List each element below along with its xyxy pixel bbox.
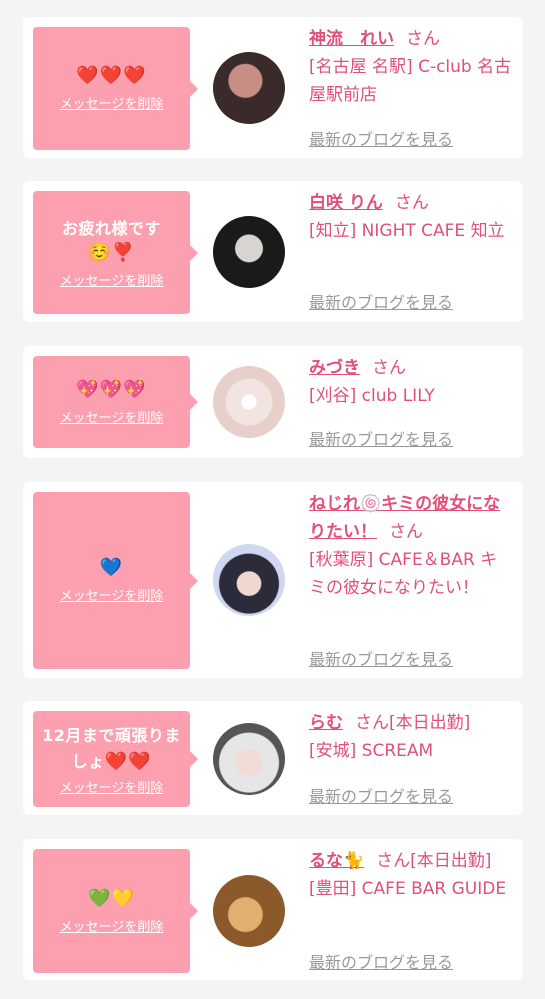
name-line: るな🐈 さん[本日出勤]	[309, 847, 514, 875]
cast-info: るな🐈 さん[本日出勤] [豊田] CAFE BAR GUIDE	[309, 847, 514, 903]
delete-message-link[interactable]: メッセージを削除	[60, 916, 164, 935]
cast-info: 神流 れい さん [名古屋 名駅] C-club 名古屋駅前店	[309, 25, 514, 109]
message-card: 💖💖💖 メッセージを削除 みづき さん [刈谷] club LILY 最新のブログ…	[23, 346, 523, 458]
delete-message-link[interactable]: メッセージを削除	[60, 777, 164, 796]
honorific: さん[本日出勤]	[376, 851, 492, 871]
blog-link[interactable]: 最新のブログを見る	[309, 289, 453, 313]
delete-message-link[interactable]: メッセージを削除	[60, 93, 164, 112]
avatar[interactable]	[213, 366, 285, 438]
honorific: さん	[406, 29, 440, 49]
message-text: お疲れ様です	[61, 219, 161, 238]
emoji: ☺️❣️	[88, 242, 135, 263]
message-bubble: 12月まで頑張りましょ❤️❤️ メッセージを削除	[33, 711, 198, 807]
avatar[interactable]	[213, 544, 285, 616]
message-text: 12月まで頑張りましょ❤️❤️	[33, 723, 190, 775]
message-bubble: 💚💛 メッセージを削除	[33, 849, 198, 973]
avatar[interactable]	[213, 875, 285, 947]
shop-name: [豊田] CAFE BAR GUIDE	[309, 879, 507, 899]
message-card: 💚💛 メッセージを削除 るな🐈 さん[本日出勤] [豊田] CAFE BAR GU…	[23, 839, 523, 980]
cast-name-link[interactable]: 神流 れい	[309, 29, 394, 49]
blog-link[interactable]: 最新のブログを見る	[309, 783, 453, 807]
honorific: さん	[389, 522, 423, 542]
delete-message-link[interactable]: メッセージを削除	[60, 270, 164, 289]
shop-name: [知立] NIGHT CAFE 知立	[309, 221, 505, 241]
delete-message-link[interactable]: メッセージを削除	[60, 585, 164, 604]
message-card: ❤️❤️❤️ メッセージを削除 神流 れい さん [名古屋 名駅] C-club …	[23, 17, 523, 158]
cast-name-link[interactable]: みづき	[309, 358, 360, 378]
cast-info: 白咲 りん さん [知立] NIGHT CAFE 知立	[309, 189, 514, 245]
heart-emoji: 💙	[99, 557, 124, 578]
blog-link[interactable]: 最新のブログを見る	[309, 646, 453, 670]
message-bubble: ❤️❤️❤️ メッセージを削除	[33, 27, 198, 150]
shop-name: [安城] SCREAM	[309, 741, 434, 761]
name-line: 神流 れい さん	[309, 25, 514, 53]
message-card: 12月まで頑張りましょ❤️❤️ メッセージを削除 らむ さん[本日出勤] [安城]…	[23, 701, 523, 815]
cast-info: みづき さん [刈谷] club LILY	[309, 354, 514, 410]
message-list: ❤️❤️❤️ メッセージを削除 神流 れい さん [名古屋 名駅] C-club …	[0, 0, 545, 999]
message-card: お疲れ様です ☺️❣️ メッセージを削除 白咲 りん さん [知立] NIGHT …	[23, 181, 523, 322]
blog-link[interactable]: 最新のブログを見る	[309, 949, 453, 973]
blog-link[interactable]: 最新のブログを見る	[309, 426, 453, 450]
heart-emoji: ❤️❤️	[104, 750, 152, 772]
heart-emoji: 💚💛	[88, 887, 135, 909]
honorific: さん	[394, 193, 429, 213]
cast-name-link[interactable]: るな🐈	[309, 851, 364, 871]
shop-name: [刈谷] club LILY	[309, 386, 435, 406]
cast-info: ねじれ🍥キミの彼女になりたい！ さん [秋葉原] CAFE＆BAR キミの彼女にな…	[309, 490, 514, 602]
message-bubble: 💙 メッセージを削除	[33, 492, 198, 669]
message-card: 💙 メッセージを削除 ねじれ🍥キミの彼女になりたい！ さん [秋葉原] CAFE＆…	[23, 482, 523, 678]
message-bubble: お疲れ様です ☺️❣️ メッセージを削除	[33, 191, 198, 314]
heart-emoji: ❤️❤️❤️	[76, 65, 147, 86]
delete-message-link[interactable]: メッセージを削除	[60, 407, 164, 426]
heart-emoji: 💖💖💖	[76, 378, 147, 400]
shop-name: [秋葉原] CAFE＆BAR キミの彼女になりたい！	[309, 550, 498, 598]
message-bubble: 💖💖💖 メッセージを削除	[33, 356, 198, 448]
name-line: らむ さん[本日出勤]	[309, 709, 514, 737]
cast-name-link[interactable]: らむ	[309, 713, 343, 733]
name-line: みづき さん	[309, 354, 514, 382]
cast-info: らむ さん[本日出勤] [安城] SCREAM	[309, 709, 514, 765]
cast-name-link[interactable]: 白咲 りん	[309, 193, 383, 213]
avatar[interactable]	[213, 52, 285, 124]
shop-name: [名古屋 名駅] C-club 名古屋駅前店	[309, 57, 512, 105]
honorific: さん	[372, 358, 406, 378]
blog-link[interactable]: 最新のブログを見る	[309, 126, 453, 150]
name-line: ねじれ🍥キミの彼女になりたい！ さん	[309, 490, 514, 546]
name-line: 白咲 りん さん	[309, 189, 514, 217]
avatar[interactable]	[213, 723, 285, 795]
honorific: さん[本日出勤]	[355, 713, 471, 733]
avatar[interactable]	[213, 216, 285, 288]
